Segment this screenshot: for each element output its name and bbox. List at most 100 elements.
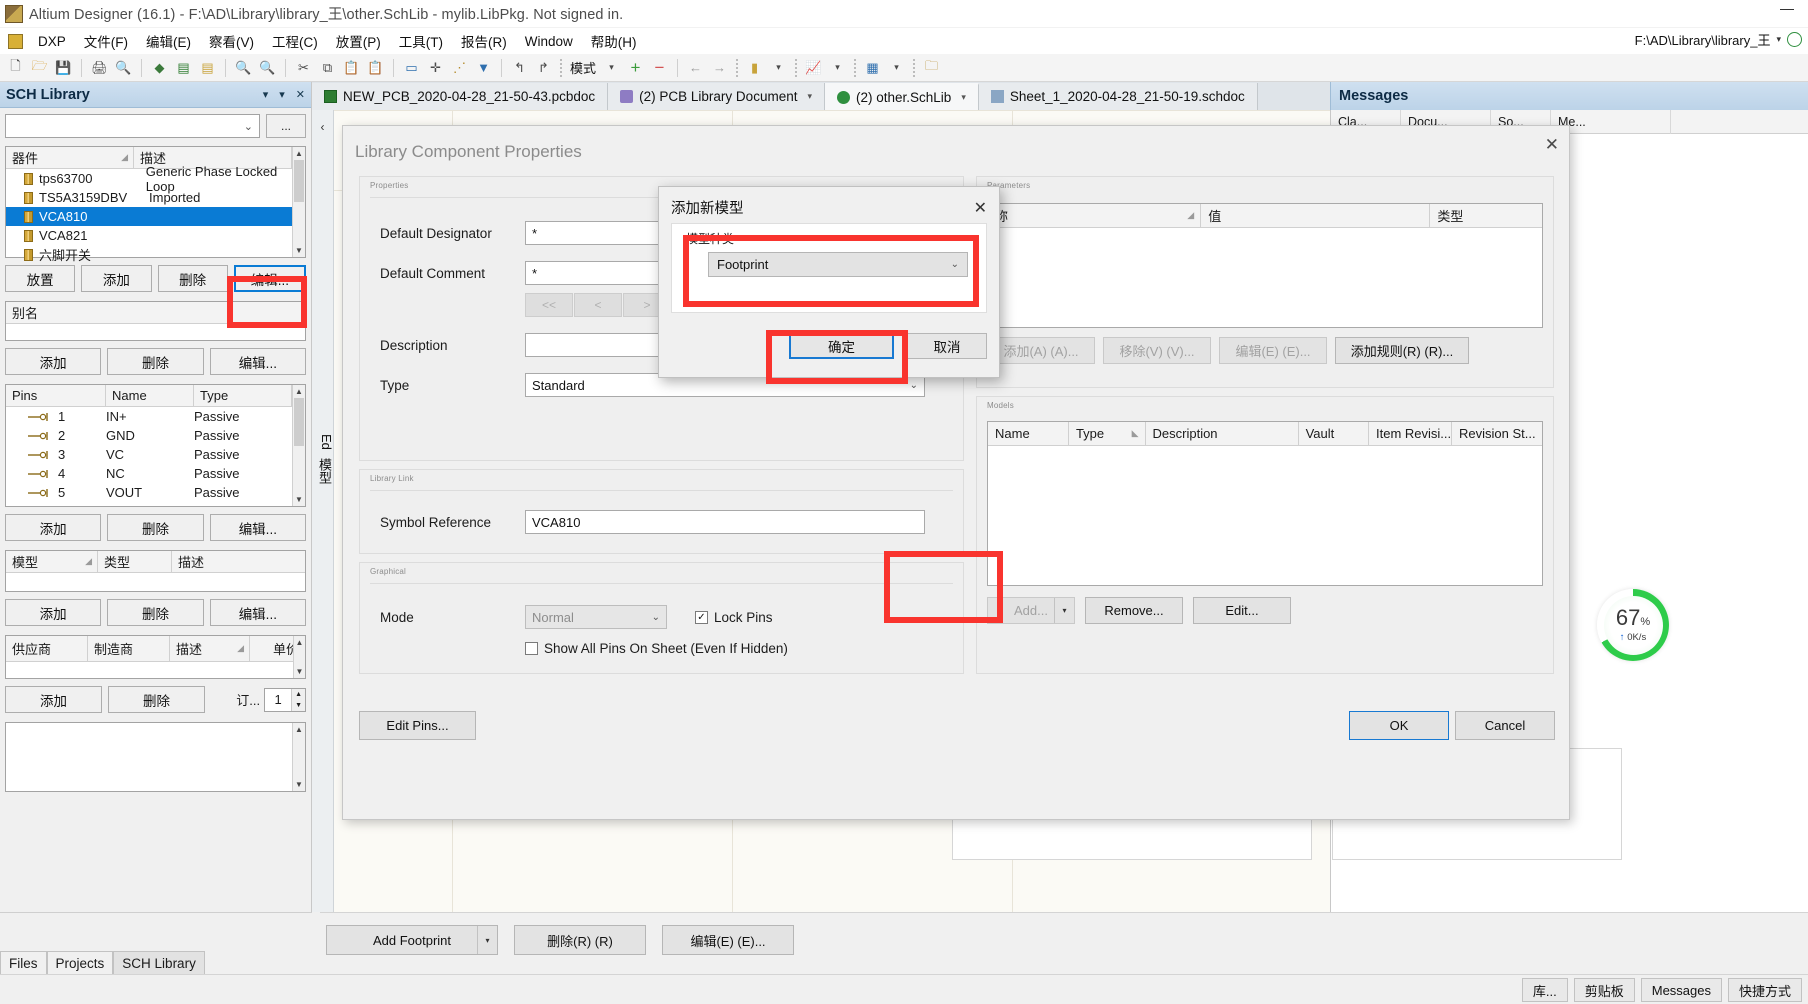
models-col-description[interactable]: Description [1146,421,1299,446]
edit-pins-button[interactable]: Edit Pins... [359,711,476,740]
add-supplier-button[interactable]: 添加 [5,686,102,713]
statusbar-button-shortcuts[interactable]: 快捷方式 [1727,978,1802,1002]
document-tab-other-schlib[interactable]: (2) other.SchLib ▾ [825,83,979,110]
footer-delete-button[interactable]: 删除(R) (R) [514,925,646,955]
undo-icon[interactable]: ↰ [508,56,531,79]
edge-strip-label-ed[interactable]: Ed [312,434,334,450]
clear-selection-icon[interactable]: ⋰ [448,56,471,79]
browse-icon[interactable]: 🗀 [920,56,943,79]
menu-item-view[interactable]: 察看(V) [200,28,263,54]
parameters-add-rule-button[interactable]: 添加规则(R) (R)... [1335,337,1469,364]
models-col-revision-status[interactable]: Revision St... [1452,422,1542,446]
delete-alias-button[interactable]: 删除 [107,348,204,375]
edit-pin-button[interactable]: 编辑... [209,514,306,541]
list-item[interactable]: tps63700 Generic Phase Locked Loop [6,164,305,194]
models-col-desc[interactable]: 描述 [172,551,305,573]
models-remove-button[interactable]: Remove... [1085,597,1183,624]
modal-cancel-button[interactable]: 取消 [907,333,987,359]
document-tab-pcb-library[interactable]: (2) PCB Library Document ▾ [608,83,825,110]
scroll-up-icon[interactable]: ▲ [293,147,305,160]
models-col-type[interactable]: 类型 [98,550,172,573]
alias-col[interactable]: 别名 [6,302,305,324]
redo-icon[interactable]: ↱ [532,56,555,79]
models-table[interactable]: Name Type ◣ Description Vault Item Revis… [987,421,1543,586]
pin-icon[interactable]: ▾ [263,88,269,101]
parameters-col-type[interactable]: 类型 [1430,204,1542,228]
list-item[interactable]: VCA810 [6,207,305,226]
statusbar-button-messages[interactable]: Messages [1640,978,1722,1002]
models-col-item-revision[interactable]: Item Revisi... [1369,421,1452,446]
edit-model-button[interactable]: 编辑... [209,599,306,626]
clear-filter-icon[interactable]: ▼ [472,56,495,79]
chevron-down-icon[interactable]: ▾ [279,88,285,101]
add-footprint-button[interactable]: Add Footprint ▾ [326,925,498,955]
select-area-icon[interactable]: ▭ [400,56,423,79]
pins-col-pin[interactable]: Pins [6,384,106,407]
parameters-col-value[interactable]: 值 [1201,203,1431,228]
suppliers-col-manufacturer[interactable]: 制造商 [88,635,170,662]
close-icon[interactable]: ✕ [296,88,305,101]
table-row[interactable]: 4 NC Passive [6,464,305,483]
zoom-in-icon[interactable]: 🔍 [232,56,255,79]
pins-col-name[interactable]: Name [106,384,194,407]
edit-component-button[interactable]: 编辑... [233,265,306,292]
lock-pins-checkbox[interactable]: ✓ [695,610,708,624]
document-tab-pcb[interactable]: NEW_PCB_2020-04-28_21-50-43.pcbdoc [312,83,609,110]
add-component-button[interactable]: 添加 [81,265,152,292]
scroll-down-icon[interactable]: ▼ [294,665,305,678]
delete-supplier-button[interactable]: 删除 [108,686,205,713]
cut-icon[interactable]: ✂ [292,56,315,79]
models-edit-button[interactable]: Edit... [1193,597,1291,624]
plus-icon[interactable]: + [624,56,647,79]
menu-item-window[interactable]: Window [516,31,582,52]
pins-col-type[interactable]: Type [194,384,292,407]
show-all-pins-checkbox[interactable] [525,642,538,655]
panel-tab-files[interactable]: Files [0,951,47,974]
document-tab-sheet1[interactable]: Sheet_1_2020-04-28_21-50-19.schdoc [978,83,1258,110]
print-icon[interactable]: 🖨 [88,56,111,79]
model-kind-select[interactable]: Footprint ⌄ [708,252,968,277]
toolbar-grip[interactable] [854,58,857,77]
place-button[interactable]: 放置 [5,265,76,292]
globe-icon[interactable] [1787,32,1802,47]
board-icon[interactable]: ▤ [172,56,195,79]
suppliers-col-desc[interactable]: 描述 ◢ [170,635,250,662]
scroll-down-icon[interactable]: ▼ [293,244,305,257]
nav-first-button[interactable]: << [525,293,573,317]
menu-item-help[interactable]: 帮助(H) [582,28,646,54]
menu-item-dxp[interactable]: DXP [29,31,75,52]
add-alias-button[interactable]: 添加 [5,348,102,375]
chevron-down-icon[interactable]: ▾ [826,56,849,79]
menu-item-place[interactable]: 放置(P) [327,28,390,54]
close-icon[interactable]: ✕ [1545,135,1559,155]
menu-item-reports[interactable]: 报告(R) [452,28,516,54]
prev-icon[interactable]: ← [684,56,707,79]
panel-models-grid[interactable]: 模型 ◢ 类型 描述 [5,550,306,592]
3d-view-icon[interactable]: ◆ [148,56,171,79]
stepper-down-icon[interactable]: ▼ [292,699,305,711]
close-icon[interactable]: ✕ [974,198,987,218]
chevron-down-icon[interactable]: ▾ [1054,598,1074,623]
panel-tab-projects[interactable]: Projects [46,951,114,974]
statusbar-button-clipboard[interactable]: 剪贴板 [1573,978,1635,1002]
menu-item-file[interactable]: 文件(F) [75,28,137,54]
symbol-reference-input[interactable]: VCA810 [525,510,925,534]
cancel-button[interactable]: Cancel [1455,711,1555,740]
chevron-down-icon[interactable]: ▾ [477,926,497,954]
scroll-down-icon[interactable]: ▼ [293,778,305,791]
list-item[interactable]: 六脚开关 [6,245,305,264]
open-folder-icon[interactable]: 🗁 [28,56,51,79]
scroll-down-icon[interactable]: ▼ [293,493,305,506]
library-browse-button[interactable]: ... [266,114,306,138]
minimize-button[interactable] [1780,9,1794,10]
next-icon[interactable]: → [708,56,731,79]
models-col-type[interactable]: Type ◣ [1069,421,1146,446]
grid-icon[interactable]: ▦ [861,56,884,79]
delete-component-button[interactable]: 删除 [157,265,228,292]
toolbar-grip[interactable] [736,58,739,77]
save-icon[interactable]: 💾 [52,56,75,79]
chart-icon[interactable]: 📈 [802,56,825,79]
mode-combo[interactable]: Normal ⌄ [525,605,667,629]
preview-scrollbar[interactable]: ▲ ▼ [292,723,305,791]
add-pin-button[interactable]: 添加 [5,514,102,541]
